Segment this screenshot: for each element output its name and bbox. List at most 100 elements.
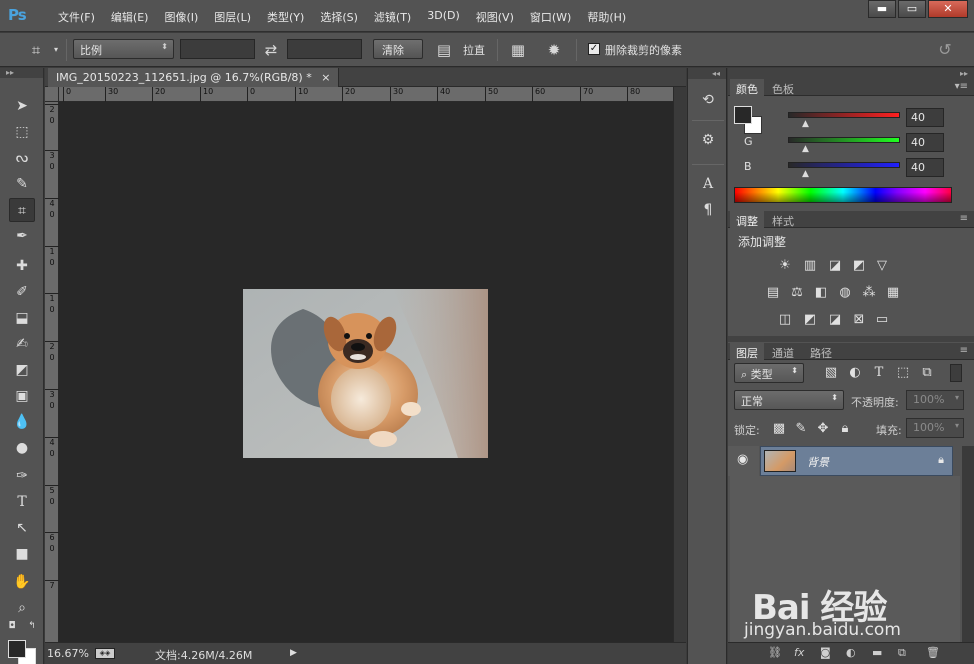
filter-type-icon[interactable]: T bbox=[870, 364, 888, 382]
menu-window[interactable]: 窗口(W) bbox=[522, 9, 579, 25]
crop-tool-preset-icon[interactable]: ⌗ bbox=[26, 40, 46, 60]
photo-filter-icon[interactable]: ◍ bbox=[836, 284, 854, 302]
toolbox-grip[interactable]: ▸▸ bbox=[0, 68, 43, 78]
menu-type[interactable]: 类型(Y) bbox=[259, 9, 312, 25]
color-foreground-swatch[interactable] bbox=[734, 106, 752, 124]
marquee-tool-icon[interactable]: ⬚ bbox=[9, 120, 35, 144]
black-white-icon[interactable]: ◧ bbox=[812, 284, 830, 302]
add-mask-icon[interactable]: ◙ bbox=[820, 646, 831, 659]
lock-position-icon[interactable]: ✥ bbox=[814, 420, 832, 438]
filter-shape-icon[interactable]: ⬚ bbox=[894, 364, 912, 382]
swap-icon[interactable]: ⇄ bbox=[261, 40, 281, 60]
exposure-icon[interactable]: ◩ bbox=[850, 257, 868, 275]
dock-grip[interactable]: ◂◂ bbox=[688, 68, 726, 79]
menu-view[interactable]: 视图(V) bbox=[468, 9, 522, 25]
dodge-tool-icon[interactable]: ● bbox=[9, 436, 35, 460]
pen-tool-icon[interactable]: ✑ bbox=[9, 464, 35, 488]
blue-channel-slider[interactable] bbox=[788, 162, 900, 168]
close-button[interactable]: ✕ bbox=[928, 0, 968, 18]
move-tool-icon[interactable]: ➤ bbox=[9, 94, 35, 118]
fill-input[interactable]: 100% ▾ bbox=[906, 418, 964, 438]
chevron-down-icon[interactable]: ▾ bbox=[955, 421, 959, 430]
straighten-label[interactable]: 拉直 bbox=[463, 42, 485, 58]
vertical-scrollbar[interactable] bbox=[673, 87, 686, 642]
tab-adjustments[interactable]: 调整 bbox=[730, 211, 764, 228]
layers-list-empty-area[interactable] bbox=[730, 476, 960, 642]
foreground-color-swatch[interactable] bbox=[8, 640, 26, 658]
color-lookup-icon[interactable]: ▦ bbox=[884, 284, 902, 302]
hand-tool-icon[interactable]: ✋ bbox=[9, 570, 35, 594]
link-layers-icon[interactable]: ⛓ bbox=[768, 646, 782, 659]
shape-tool-icon[interactable]: ■ bbox=[9, 542, 35, 566]
tab-close-icon[interactable]: × bbox=[321, 71, 330, 84]
lock-pixels-icon[interactable]: ✎ bbox=[792, 420, 810, 438]
history-panel-icon[interactable]: ⟲ bbox=[698, 90, 718, 110]
channel-mixer-icon[interactable]: ⁂ bbox=[860, 284, 878, 302]
tab-color[interactable]: 颜色 bbox=[730, 79, 764, 96]
gradient-tool-icon[interactable]: ▣ bbox=[9, 384, 35, 408]
stamp-tool-icon[interactable]: ⬓ bbox=[9, 306, 35, 330]
overlay-grid-icon[interactable]: ▦ bbox=[508, 40, 528, 60]
healing-brush-tool-icon[interactable]: ✚ bbox=[9, 254, 35, 278]
delete-layer-icon[interactable]: 🗑︎ bbox=[926, 646, 940, 659]
red-channel-slider[interactable] bbox=[788, 112, 900, 118]
delete-cropped-checkbox[interactable]: ✓ bbox=[588, 43, 600, 55]
clear-button[interactable]: 清除 bbox=[373, 39, 423, 59]
preset-dropdown-icon[interactable]: ▾ bbox=[46, 40, 66, 60]
tab-styles[interactable]: 样式 bbox=[766, 211, 800, 228]
red-channel-value[interactable]: 40 bbox=[906, 108, 944, 127]
gradient-map-icon[interactable]: ▭ bbox=[873, 311, 891, 329]
horizontal-ruler[interactable]: 0 30 20 10 0 10 20 30 40 50 60 70 80 bbox=[59, 87, 673, 102]
color-balance-icon[interactable]: ⚖ bbox=[788, 284, 806, 302]
posterize-icon[interactable]: ◩ bbox=[801, 311, 819, 329]
document-tab[interactable]: IMG_20150223_112651.jpg @ 16.7%(RGB/8) *… bbox=[48, 68, 340, 87]
minimize-button[interactable]: ▬ bbox=[868, 0, 896, 18]
filter-adjustment-icon[interactable]: ◐ bbox=[846, 364, 864, 382]
eye-icon[interactable]: ◉ bbox=[737, 452, 748, 467]
invert-icon[interactable]: ◫ bbox=[776, 311, 794, 329]
panel-menu-icon[interactable]: ≡ bbox=[960, 213, 968, 224]
blue-channel-value[interactable]: 40 bbox=[906, 158, 944, 177]
menu-help[interactable]: 帮助(H) bbox=[579, 9, 634, 25]
curves-icon[interactable]: ◪ bbox=[826, 257, 844, 275]
lasso-tool-icon[interactable]: ᔓ bbox=[9, 146, 35, 170]
blend-mode-select[interactable]: 正常 ⬍ bbox=[734, 390, 844, 410]
blur-tool-icon[interactable]: 💧 bbox=[9, 410, 35, 434]
lock-transparency-icon[interactable]: ▩ bbox=[770, 420, 788, 438]
menu-image[interactable]: 图像(I) bbox=[156, 9, 206, 25]
brightness-contrast-icon[interactable]: ☀ bbox=[776, 257, 794, 275]
levels-icon[interactable]: ▥ bbox=[801, 257, 819, 275]
quick-select-tool-icon[interactable]: ✎ bbox=[9, 172, 35, 196]
path-select-tool-icon[interactable]: ↖ bbox=[9, 516, 35, 540]
hue-saturation-icon[interactable]: ▤ bbox=[764, 284, 782, 302]
layer-name[interactable]: 背景 bbox=[807, 454, 829, 470]
restore-button[interactable]: ▭ bbox=[898, 0, 926, 18]
layer-filter-select[interactable]: ⌕ 类型 ⬍ bbox=[734, 363, 804, 383]
filter-pixel-icon[interactable]: ▧ bbox=[822, 364, 840, 382]
properties-panel-icon[interactable]: ⚙ bbox=[698, 130, 718, 150]
paragraph-panel-icon[interactable]: ¶ bbox=[698, 200, 718, 220]
panel-grip[interactable]: ▸▸ bbox=[728, 68, 974, 79]
canvas-image[interactable] bbox=[243, 289, 488, 458]
chevron-down-icon[interactable]: ▾ bbox=[955, 393, 959, 402]
new-group-icon[interactable]: ▬ bbox=[872, 646, 882, 659]
layers-scrollbar[interactable] bbox=[962, 446, 974, 642]
menu-select[interactable]: 选择(S) bbox=[312, 9, 366, 25]
type-tool-icon[interactable]: T bbox=[9, 490, 35, 514]
menu-filter[interactable]: 滤镜(T) bbox=[366, 9, 419, 25]
menu-layer[interactable]: 图层(L) bbox=[206, 9, 259, 25]
default-colors-icon[interactable]: ◘ bbox=[5, 620, 19, 632]
vibrance-icon[interactable]: ▽ bbox=[873, 257, 891, 275]
brush-tool-icon[interactable]: ✐ bbox=[9, 280, 35, 304]
history-brush-tool-icon[interactable]: ✍ bbox=[9, 332, 35, 356]
tab-swatches[interactable]: 色板 bbox=[766, 79, 800, 96]
menu-file[interactable]: 文件(F) bbox=[50, 9, 103, 25]
panel-menu-icon[interactable]: ≡ bbox=[960, 345, 968, 356]
green-channel-slider[interactable] bbox=[788, 137, 900, 143]
opacity-input[interactable]: 100% ▾ bbox=[906, 390, 964, 410]
panel-menu-icon[interactable]: ▾≡ bbox=[955, 81, 968, 92]
tab-paths[interactable]: 路径 bbox=[804, 343, 838, 360]
filter-smart-object-icon[interactable]: ⧉ bbox=[918, 364, 936, 382]
panel-divider[interactable] bbox=[728, 336, 974, 342]
vertical-ruler[interactable]: 2 0 3 0 4 0 1 0 1 0 2 0 3 0 4 0 5 0 6 0 … bbox=[45, 102, 59, 642]
